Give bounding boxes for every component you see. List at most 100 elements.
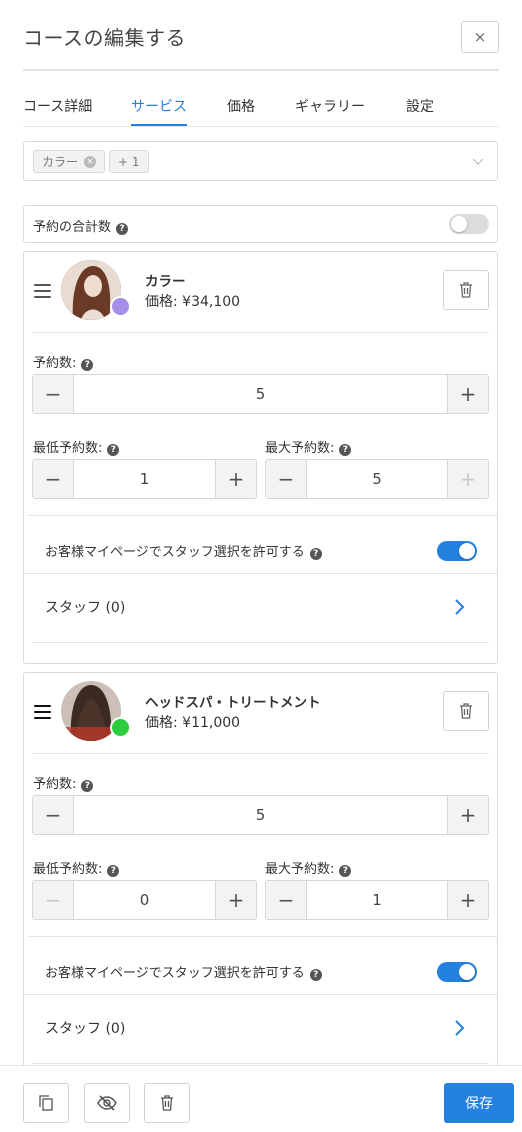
help-icon[interactable]: ?	[116, 223, 129, 235]
trash-icon	[460, 282, 472, 298]
help-icon[interactable]: ?	[339, 444, 352, 456]
page-title: コースの編集する	[23, 26, 186, 50]
max-bookings-stepper: − 5 +	[265, 459, 489, 499]
divider	[32, 642, 489, 643]
max-bookings-label: 最大予約数:	[265, 862, 335, 877]
toggle-knob	[459, 964, 475, 980]
max-bookings-stepper: − 1 +	[265, 880, 489, 920]
status-dot	[110, 717, 131, 738]
service-price: 価格: ¥11,000	[145, 715, 241, 731]
staff-permission-label: お客様マイページでスタッフ選択を許可する	[45, 545, 305, 560]
help-icon[interactable]: ?	[81, 359, 94, 371]
tab-services[interactable]: サービス	[131, 96, 187, 116]
service-card: ヘッドスパ・トリートメント 価格: ¥11,000 予約数:? − 5 + 最低…	[23, 672, 498, 1072]
max-bookings-input[interactable]: 5	[307, 460, 447, 498]
decrement-button[interactable]: −	[33, 881, 74, 919]
tab-bar: コース詳細 サービス 価格 ギャラリー 設定	[23, 84, 499, 127]
decrement-button[interactable]: −	[33, 796, 74, 834]
bookings-input[interactable]: 5	[74, 796, 447, 834]
eye-off-icon	[97, 1095, 117, 1111]
copy-icon	[39, 1095, 53, 1111]
duplicate-button[interactable]	[23, 1083, 69, 1123]
min-bookings-stepper: − 0 +	[32, 880, 257, 920]
delete-button[interactable]	[144, 1083, 190, 1123]
total-bookings-row: 予約の合計数?	[23, 205, 498, 243]
divider	[32, 753, 489, 754]
drag-handle-icon[interactable]	[34, 705, 51, 719]
staff-permission-label: お客様マイページでスタッフ選択を許可する	[45, 966, 305, 981]
min-bookings-label: 最低予約数:	[33, 441, 103, 456]
help-icon[interactable]: ?	[309, 548, 322, 560]
trash-icon	[460, 703, 472, 719]
max-bookings-label: 最大予約数:	[265, 441, 335, 456]
divider	[32, 332, 489, 333]
divider	[32, 1063, 489, 1064]
help-icon[interactable]: ?	[107, 865, 120, 877]
trash-icon	[161, 1095, 173, 1111]
tab-gallery[interactable]: ギャラリー	[295, 96, 365, 116]
divider	[24, 994, 497, 995]
service-card: カラー 価格: ¥34,100 予約数:? − 5 + 最低予約数:? − 1 …	[23, 251, 498, 664]
staff-link[interactable]: スタッフ (0)	[45, 1018, 125, 1038]
decrement-button[interactable]: −	[266, 881, 307, 919]
increment-button[interactable]: +	[215, 881, 256, 919]
bookings-label: 予約数:	[33, 356, 77, 371]
chevron-down-icon[interactable]	[471, 154, 485, 168]
chip-label: + 1	[118, 154, 140, 169]
service-select[interactable]: カラー × + 1	[23, 141, 498, 181]
save-button[interactable]: 保存	[444, 1083, 514, 1123]
min-bookings-input[interactable]: 0	[74, 881, 215, 919]
drag-handle-icon[interactable]	[34, 284, 51, 298]
tab-course-details[interactable]: コース詳細	[23, 96, 92, 116]
bookings-input[interactable]: 5	[74, 375, 447, 413]
staff-permission-toggle[interactable]	[437, 962, 477, 982]
min-bookings-input[interactable]: 1	[74, 460, 215, 498]
delete-service-button[interactable]	[443, 691, 489, 731]
decrement-button[interactable]: −	[33, 460, 74, 498]
increment-button[interactable]: +	[447, 796, 488, 834]
footer-bar: 保存	[0, 1065, 522, 1132]
modal-header: コースの編集する ×	[23, 0, 499, 71]
divider	[28, 936, 497, 937]
help-icon[interactable]: ?	[107, 444, 120, 456]
staff-link[interactable]: スタッフ (0)	[45, 597, 125, 617]
chip-label: カラー	[42, 155, 79, 169]
close-button[interactable]: ×	[461, 21, 499, 53]
tab-price[interactable]: 価格	[227, 96, 255, 116]
help-icon[interactable]: ?	[339, 865, 352, 877]
service-name: カラー	[145, 274, 186, 290]
chip-remove-icon[interactable]: ×	[84, 155, 97, 168]
total-bookings-toggle[interactable]	[449, 214, 489, 234]
increment-button[interactable]: +	[215, 460, 256, 498]
decrement-button[interactable]: −	[33, 375, 74, 413]
toggle-knob	[451, 216, 467, 232]
delete-service-button[interactable]	[443, 270, 489, 310]
service-name: ヘッドスパ・トリートメント	[145, 695, 321, 711]
active-tab-indicator	[131, 124, 187, 126]
max-bookings-input[interactable]: 1	[307, 881, 447, 919]
increment-button[interactable]: +	[447, 375, 488, 413]
staff-permission-toggle[interactable]	[437, 541, 477, 561]
help-icon[interactable]: ?	[309, 969, 322, 981]
service-chip: カラー ×	[33, 150, 106, 173]
bookings-label: 予約数:	[33, 777, 77, 792]
total-bookings-label: 予約の合計数	[33, 220, 112, 235]
divider	[28, 515, 497, 516]
status-dot	[110, 296, 131, 317]
bookings-stepper: − 5 +	[32, 795, 489, 835]
toggle-knob	[459, 543, 475, 559]
increment-button[interactable]: +	[447, 460, 488, 498]
decrement-button[interactable]: −	[266, 460, 307, 498]
service-price: 価格: ¥34,100	[145, 294, 241, 310]
hide-button[interactable]	[84, 1083, 130, 1123]
help-icon[interactable]: ?	[81, 780, 94, 792]
bookings-stepper: − 5 +	[32, 374, 489, 414]
chevron-right-icon[interactable]	[453, 598, 465, 616]
chevron-right-icon[interactable]	[453, 1019, 465, 1037]
more-chips-badge: + 1	[109, 150, 149, 173]
increment-button[interactable]: +	[447, 881, 488, 919]
divider	[24, 573, 497, 574]
tab-settings[interactable]: 設定	[406, 96, 434, 116]
min-bookings-label: 最低予約数:	[33, 862, 103, 877]
min-bookings-stepper: − 1 +	[32, 459, 257, 499]
